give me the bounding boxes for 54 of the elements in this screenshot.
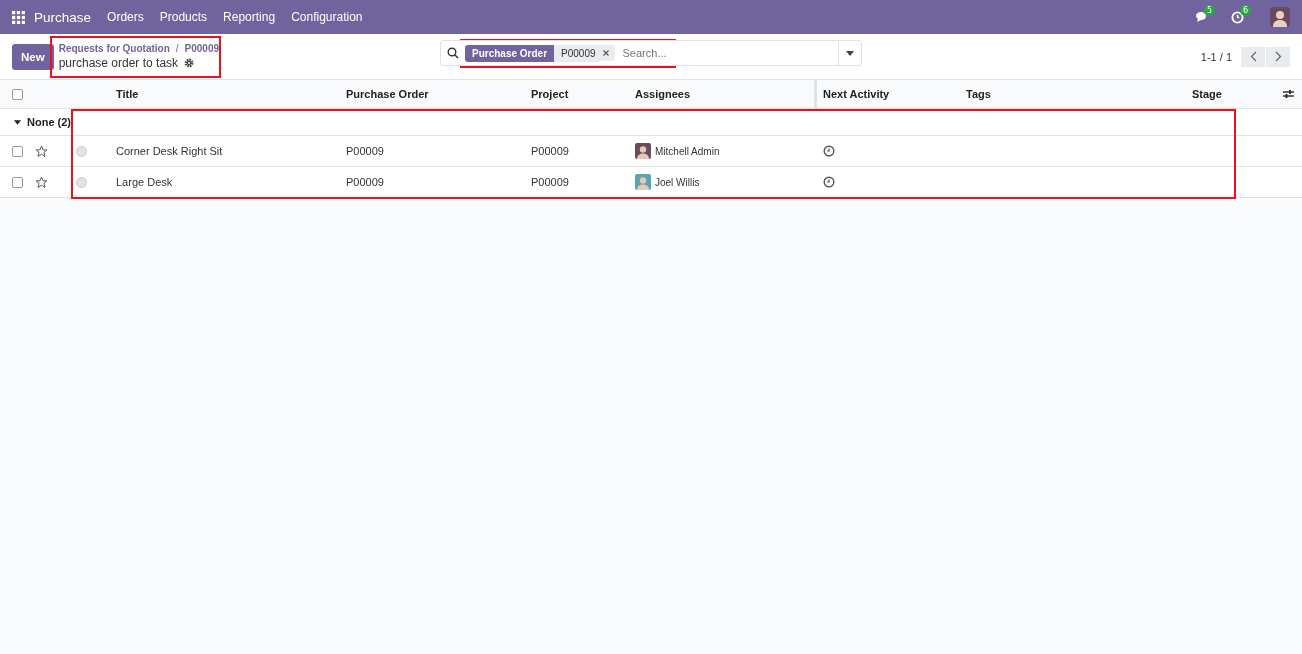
group-label: None (2) <box>27 116 71 128</box>
star-icon[interactable] <box>35 175 48 189</box>
facet-value: P00009 <box>554 44 600 62</box>
group-header[interactable]: None (2) <box>0 116 71 128</box>
assignee-name: Joel Willis <box>655 176 700 188</box>
column-header[interactable]: Title <box>116 88 139 100</box>
menu-item[interactable]: Configuration <box>283 10 371 24</box>
menu-item[interactable]: Products <box>151 10 216 24</box>
menu-item[interactable]: Reporting <box>215 10 284 24</box>
pager-value[interactable]: 1-1 / 1 <box>1200 50 1232 63</box>
assignee-name: Mitchell Admin <box>655 145 720 157</box>
facet-label: Purchase Order <box>465 44 555 62</box>
column-header[interactable]: Assignees <box>635 88 691 100</box>
clock-icon[interactable] <box>823 176 835 188</box>
avatar-icon <box>635 174 651 190</box>
search-icon <box>447 47 459 59</box>
page-title: purchase order to task <box>58 56 179 70</box>
clock-icon[interactable] <box>823 145 835 157</box>
table-cell: P00009 <box>531 176 569 188</box>
chat-icon[interactable] <box>1195 11 1209 23</box>
search-bar[interactable]: Purchase Order P00009 Search... <box>440 40 862 66</box>
avatar-icon <box>635 143 651 159</box>
apps-grid-icon[interactable] <box>12 10 25 24</box>
breadcrumb-link[interactable]: Requests for Quotation <box>58 43 170 54</box>
table-cell: P00009 <box>346 145 384 157</box>
breadcrumb-separator: / <box>175 43 179 54</box>
row-checkbox[interactable] <box>12 145 23 157</box>
app-name[interactable]: Purchase <box>34 9 92 25</box>
column-header[interactable]: Tags <box>966 88 991 100</box>
table-cell: Corner Desk Right Sit <box>116 145 223 157</box>
status-dot[interactable] <box>76 145 87 157</box>
message-count-badge: 5 <box>1204 5 1216 16</box>
column-header[interactable]: Purchase Order <box>346 88 429 100</box>
column-header[interactable]: Project <box>531 88 569 100</box>
table-cell: Large Desk <box>116 176 173 188</box>
star-icon[interactable] <box>35 144 48 158</box>
select-all-checkbox[interactable] <box>12 88 23 100</box>
settings-icon[interactable] <box>184 58 195 68</box>
user-avatar-icon[interactable] <box>1270 7 1290 27</box>
chevron-left-icon <box>1249 51 1257 62</box>
chevron-right-icon <box>1274 51 1282 62</box>
column-header[interactable]: Next Activity <box>823 88 890 100</box>
column-header[interactable]: Stage <box>1192 88 1222 100</box>
table-cell: P00009 <box>346 176 384 188</box>
table-cell: P00009 <box>531 145 569 157</box>
breadcrumb-link[interactable]: P00009 <box>184 43 220 54</box>
status-dot[interactable] <box>76 176 87 188</box>
menu-item[interactable]: Orders <box>99 10 152 24</box>
activity-count-badge: 6 <box>1240 4 1252 16</box>
new-button[interactable]: New <box>12 43 54 70</box>
caret-icon <box>846 50 854 56</box>
caret-icon <box>14 119 21 125</box>
sliders-icon[interactable] <box>1283 89 1294 99</box>
row-checkbox[interactable] <box>12 176 23 188</box>
